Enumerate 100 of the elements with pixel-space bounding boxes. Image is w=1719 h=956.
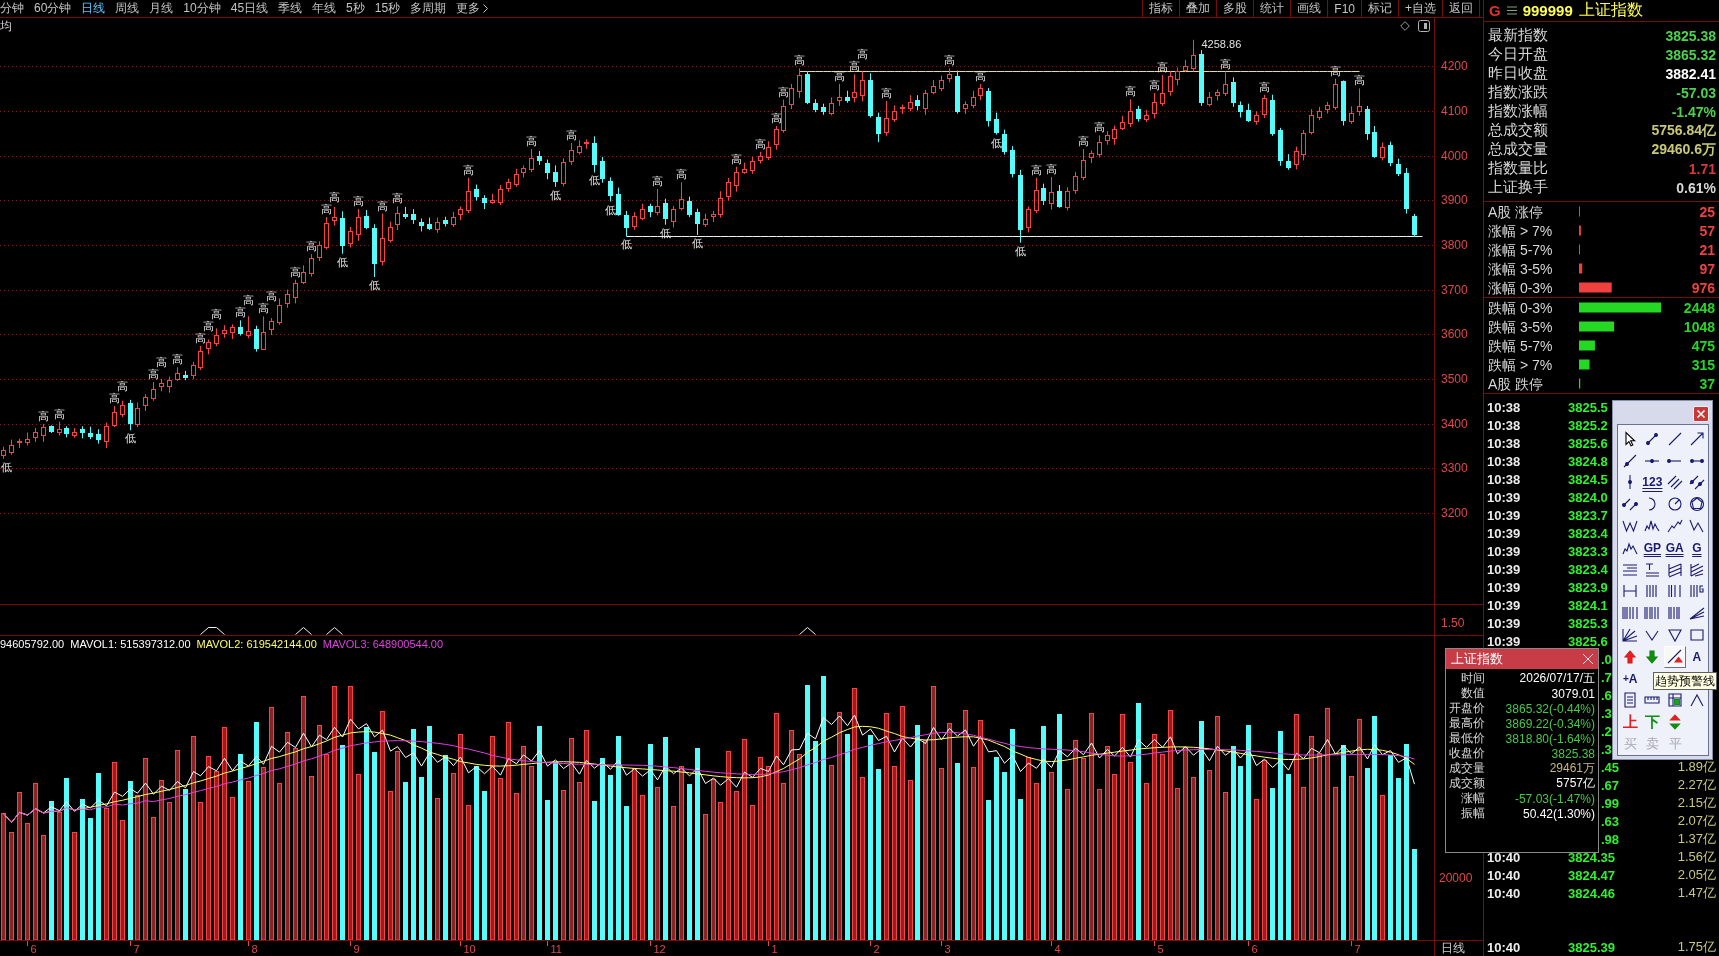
tool-button[interactable]: GA xyxy=(1663,537,1686,559)
hollow-candle xyxy=(947,67,952,83)
slanted-channel-icon xyxy=(1666,561,1683,578)
axis-tick xyxy=(870,941,871,947)
toolbar-button[interactable]: 多股 xyxy=(1216,0,1254,17)
popup-value: 5757亿 xyxy=(1556,775,1595,792)
axis-tick xyxy=(1248,941,1249,947)
pivot-label: 高 xyxy=(794,54,805,67)
period-tab[interactable]: 分钟 xyxy=(0,0,29,17)
popup-label: 最低价 xyxy=(1449,730,1485,747)
hollow-candle xyxy=(1152,92,1157,119)
axis-label: 20000 xyxy=(1439,871,1473,886)
hollow-candle xyxy=(774,125,779,151)
hollow-candle xyxy=(309,253,314,278)
rising-zigzag-icon xyxy=(1666,518,1683,535)
pivot-label: 高 xyxy=(329,191,340,204)
filled-candle xyxy=(474,184,479,202)
tool-button[interactable]: G xyxy=(1685,537,1708,559)
toolbar-button[interactable]: 画线 xyxy=(1290,0,1328,17)
tick-time: 10:39 xyxy=(1487,597,1521,613)
popup-value: 3825.38 xyxy=(1551,746,1595,761)
popup-title: 上证指数 xyxy=(1451,650,1503,668)
toolbar-button[interactable]: 叠加 xyxy=(1179,0,1217,17)
toolbar-button[interactable]: 指标 xyxy=(1143,0,1180,17)
pivot-label: 高 xyxy=(1078,135,1089,148)
period-tab[interactable]: 5秒 xyxy=(341,0,370,17)
tick-price: 3825.6 xyxy=(1568,633,1608,649)
period-tab[interactable]: 10分钟 xyxy=(178,0,226,17)
filled-candle xyxy=(1286,153,1291,171)
rectangle-icon xyxy=(1688,627,1705,644)
popup-value: 3869.22(-0.34%) xyxy=(1505,716,1595,731)
toolbar-button[interactable]: F10 xyxy=(1327,0,1361,17)
toolbar-button[interactable]: 标记 xyxy=(1361,0,1398,17)
filled-candle xyxy=(443,216,448,228)
tool-button[interactable]: GP xyxy=(1641,537,1664,559)
hollow-candle xyxy=(1128,98,1133,128)
popup-value: 2026/07/17/五 xyxy=(1519,670,1595,687)
pivot-label: 高 xyxy=(321,203,332,216)
axis-label: 3600 xyxy=(1441,327,1468,342)
pivot-label: 高 xyxy=(857,48,868,61)
zigzag-icon xyxy=(1622,518,1639,535)
axis-label: 4100 xyxy=(1441,103,1468,118)
up-arrow-icon xyxy=(1622,648,1639,665)
period-tab[interactable]: 日线 xyxy=(76,0,111,17)
period-tab[interactable]: 60分钟 xyxy=(29,0,77,17)
hollow-candle xyxy=(17,438,22,449)
hollow-candle xyxy=(908,94,913,112)
tool-button[interactable]: 123 xyxy=(1641,471,1664,494)
vertical-lines-icon xyxy=(1666,583,1683,600)
down-arrow-icon xyxy=(1644,648,1661,665)
period-tab[interactable]: 45日线 xyxy=(225,0,274,17)
more-button[interactable]: 更多 xyxy=(451,0,494,17)
axis-tick xyxy=(941,941,942,947)
parallel-lines-icon xyxy=(1666,474,1683,491)
hollow-candle xyxy=(1262,94,1267,119)
period-tab[interactable]: 周线 xyxy=(110,0,145,17)
close-button[interactable] xyxy=(1582,653,1594,665)
hollow-candle xyxy=(561,157,566,187)
close-button[interactable] xyxy=(1693,406,1709,422)
filled-candle xyxy=(695,208,700,236)
tool-button[interactable] xyxy=(1663,645,1686,668)
tick-price: 3824.46 xyxy=(1568,885,1615,901)
hollow-candle xyxy=(1105,130,1110,146)
period-tab[interactable]: 多周期 xyxy=(405,0,452,17)
menu-icon[interactable] xyxy=(1506,6,1517,15)
tick-time: 10:38 xyxy=(1487,399,1521,415)
pivot-label: 高 xyxy=(148,368,159,380)
pivot-label: 高 xyxy=(54,407,65,420)
hollow-candle xyxy=(971,90,976,109)
period-tab[interactable]: 季线 xyxy=(273,0,308,17)
breadth-label: A股 跌停 xyxy=(1488,375,1544,392)
toolbar-button[interactable]: 返回 xyxy=(1442,0,1479,17)
period-tab[interactable]: 月线 xyxy=(144,0,179,17)
toolbar-button[interactable]: +自选 xyxy=(1398,0,1442,17)
tool-button[interactable]: 下 xyxy=(1641,711,1664,734)
diamond-icon[interactable] xyxy=(1400,21,1410,31)
tick-price: 3824.8 xyxy=(1568,453,1608,469)
hollow-candle xyxy=(214,327,219,347)
filled-candle xyxy=(624,210,629,237)
hollow-candle xyxy=(159,378,164,392)
period-tab[interactable]: 15秒 xyxy=(369,0,406,17)
tool-button[interactable]: A xyxy=(1685,645,1708,668)
stat-value: 1.71 xyxy=(1688,160,1716,177)
tool-button[interactable]: 上 xyxy=(1619,711,1642,734)
toolbar-button[interactable]: 统计 xyxy=(1253,0,1291,17)
filled-candle xyxy=(1231,76,1236,108)
period-tab[interactable]: 年线 xyxy=(307,0,342,17)
hollow-candle xyxy=(742,162,747,175)
axis-tick xyxy=(1051,941,1052,947)
tick-time: 10:39 xyxy=(1487,579,1521,595)
hollow-candle xyxy=(175,366,180,382)
close-icon xyxy=(1697,410,1705,418)
peak-price-label: 4258.86 xyxy=(1201,37,1242,50)
tick-price: .3 xyxy=(1601,705,1612,721)
square-icon[interactable] xyxy=(1418,20,1430,32)
filled-candle xyxy=(419,218,424,232)
filled-candle xyxy=(915,94,920,111)
popup-label: 振幅 xyxy=(1461,805,1485,822)
pivot-label: 高 xyxy=(652,175,663,187)
horizontal-ray-icon xyxy=(1667,458,1683,463)
